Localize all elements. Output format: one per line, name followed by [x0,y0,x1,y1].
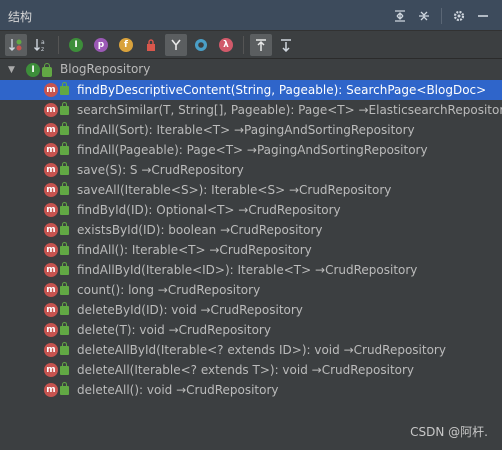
public-lock-icon [60,242,69,255]
sort-by-type-icon[interactable] [5,33,27,56]
public-lock-icon [60,182,69,195]
tree-member-row[interactable]: m findById(ID): Optional<T> →CrudReposito… [0,200,502,220]
tree-member-row[interactable]: m deleteAll(): void →CrudRepository [0,380,502,400]
chevron-down-icon[interactable]: ▼ [8,65,15,75]
method-icon: m [44,123,58,137]
tree-member-row[interactable]: m findAll(Pageable): Page<T> →PagingAndSo… [0,140,502,160]
member-signature: searchSimilar(T, String[], Pageable): Pa… [77,103,502,117]
public-lock-icon [60,322,69,335]
toolbar-separator-2 [243,35,244,54]
tree-member-row[interactable]: m existsById(ID): boolean →CrudRepository [0,220,502,240]
public-lock-icon [42,62,52,77]
tree-member-row[interactable]: m findAllById(Iterable<ID>): Iterable<T> … [0,260,502,280]
member-signature: delete(T): void →CrudRepository [77,323,271,337]
root-icons: I [26,62,52,77]
public-lock-icon [60,382,69,395]
panel-title: 结构 [8,10,33,24]
method-icon: m [44,383,58,397]
show-non-public-icon[interactable] [140,34,162,56]
toolbar-separator [58,35,59,54]
tree-member-row[interactable]: m saveAll(Iterable<S>): Iterable<S> →Crud… [0,180,502,200]
member-signature: save(S): S →CrudRepository [77,163,244,177]
tree-member-row[interactable]: m findByDescriptiveContent(String, Pageab… [0,80,502,100]
method-icon: m [44,303,58,317]
show-fields-icon[interactable]: f [115,34,137,56]
tree-member-row[interactable]: m save(S): S →CrudRepository [0,160,502,180]
autoscroll-to-source-icon[interactable] [250,33,272,56]
member-signature: count(): long →CrudRepository [77,283,261,297]
member-signature: deleteById(ID): void →CrudRepository [77,303,303,317]
lambda-icon[interactable]: λ [215,34,237,56]
public-lock-icon [60,162,69,175]
public-lock-icon [60,82,69,95]
public-lock-icon [60,142,69,155]
method-icon: m [44,283,58,297]
root-label: BlogRepository [60,62,151,76]
autoscroll-from-source-icon[interactable] [275,34,297,56]
method-icon: m [44,223,58,237]
watermark: CSDN @阿杆. [410,425,488,439]
member-signature: findAll(): Iterable<T> →CrudRepository [77,243,312,257]
structure-panel-header: 结构 [0,0,502,31]
method-icon: m [44,243,58,257]
public-lock-icon [60,122,69,135]
public-lock-icon [60,342,69,355]
gear-icon[interactable] [448,6,470,26]
member-signature: deleteAllById(Iterable<? extends ID>): v… [77,343,446,357]
structure-toolbar: az I p f λ [0,31,502,59]
tree-root-node[interactable]: ▼ I BlogRepository [0,60,502,80]
method-icon: m [44,363,58,377]
member-signature: findById(ID): Optional<T> →CrudRepositor… [77,203,341,217]
hide-icon[interactable] [472,6,494,26]
header-actions [389,6,494,26]
public-lock-icon [60,202,69,215]
show-anonymous-icon[interactable] [165,33,187,56]
sort-alphabetically-icon[interactable]: az [30,34,52,56]
tree-member-row[interactable]: m count(): long →CrudRepository [0,280,502,300]
interface-icon: I [26,63,40,77]
public-lock-icon [60,222,69,235]
method-icon: m [44,83,58,97]
method-icon: m [44,343,58,357]
member-signature: findAll(Sort): Iterable<T> →PagingAndSor… [77,123,415,137]
method-icon: m [44,163,58,177]
public-lock-icon [60,102,69,115]
svg-text:a: a [41,39,45,46]
header-separator [441,8,442,24]
show-lambdas-icon[interactable] [190,34,212,56]
public-lock-icon [60,262,69,275]
show-properties-icon[interactable]: p [90,34,112,56]
tree-member-row[interactable]: m searchSimilar(T, String[], Pageable): P… [0,100,502,120]
method-icon: m [44,203,58,217]
member-signature: findByDescriptiveContent(String, Pageabl… [77,83,487,97]
member-signature: deleteAll(): void →CrudRepository [77,383,279,397]
collapse-all-icon[interactable] [413,6,435,26]
method-icon: m [44,263,58,277]
method-icon: m [44,103,58,117]
tree-member-row[interactable]: m deleteAll(Iterable<? extends T>): void … [0,360,502,380]
method-icon: m [44,323,58,337]
tree-member-row[interactable]: m findAll(): Iterable<T> →CrudRepository [0,240,502,260]
method-icon: m [44,143,58,157]
public-lock-icon [60,362,69,375]
expand-all-icon[interactable] [389,6,411,26]
member-signature: saveAll(Iterable<S>): Iterable<S> →CrudR… [77,183,392,197]
member-signature: deleteAll(Iterable<? extends T>): void →… [77,363,415,377]
method-icon: m [44,183,58,197]
tree-member-row[interactable]: m delete(T): void →CrudRepository [0,320,502,340]
public-lock-icon [60,302,69,315]
tree-member-row[interactable]: m deleteById(ID): void →CrudRepository [0,300,502,320]
tree-member-row[interactable]: m findAll(Sort): Iterable<T> →PagingAndSo… [0,120,502,140]
show-inherited-icon[interactable]: I [65,34,87,56]
member-signature: findAllById(Iterable<ID>): Iterable<T> →… [77,263,418,277]
tree-member-row[interactable]: m deleteAllById(Iterable<? extends ID>): … [0,340,502,360]
public-lock-icon [60,282,69,295]
svg-text:z: z [41,46,44,53]
member-signature: existsById(ID): boolean →CrudRepository [77,223,323,237]
member-signature: findAll(Pageable): Page<T> →PagingAndSor… [77,143,428,157]
